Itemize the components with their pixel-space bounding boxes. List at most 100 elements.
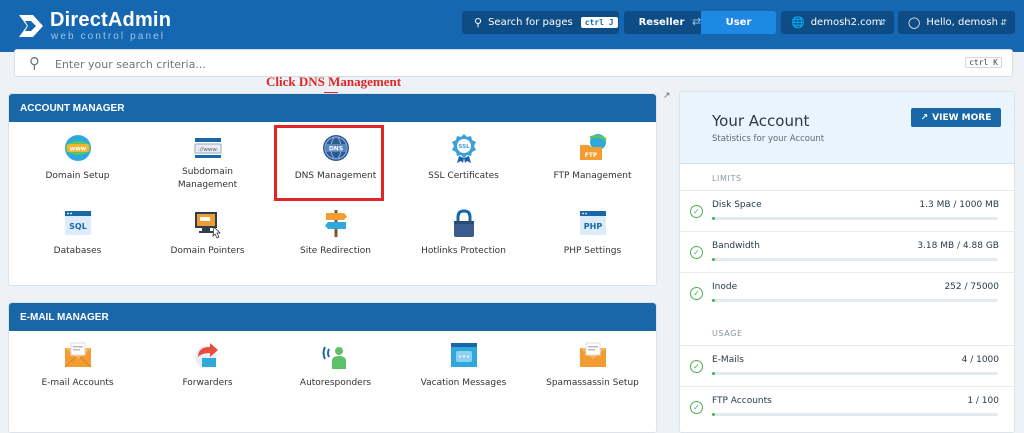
- stat-e-mails: ✓ E-Mails 4 / 1000: [680, 345, 1014, 386]
- mail-envelope-icon: [62, 339, 94, 371]
- shortcut-vacation-messages[interactable]: Vacation Messages: [399, 339, 528, 390]
- shortcut-hotlinks-protection[interactable]: Hotlinks Protection: [399, 207, 528, 258]
- stat-progress-fill: [712, 372, 715, 375]
- shortcut-label: Domain Setup: [45, 171, 110, 181]
- search-pages-button[interactable]: ⚲ Search for pages ctrl J: [462, 11, 619, 34]
- directadmin-logo[interactable]: DirectAdmin web control panel: [16, 8, 196, 44]
- shortcut-label: SSL Certificates: [428, 171, 499, 181]
- shortcut-site-redirection[interactable]: Site Redirection: [271, 207, 400, 258]
- stat-progress-fill: [712, 258, 715, 261]
- shortcut-autoresponders[interactable]: Autoresponders: [271, 339, 400, 390]
- shortcut-domain-pointers[interactable]: Domain Pointers: [143, 207, 272, 258]
- svg-text:PHP: PHP: [583, 222, 602, 231]
- stat-progress-bar: [712, 258, 998, 261]
- stat-value: 252 / 75000: [944, 282, 999, 292]
- usage-section-title: USAGE: [712, 329, 743, 338]
- globe-icon: 🌐: [791, 16, 805, 29]
- sidebar-toggle-icon[interactable]: ↗: [663, 91, 671, 101]
- shortcut-label: Databases: [53, 246, 102, 256]
- shortcut-ssl-certificates[interactable]: SSL SSL Certificates: [399, 132, 528, 183]
- stat-name: E-Mails: [712, 355, 744, 365]
- stat-name: FTP Accounts: [712, 396, 772, 406]
- role-user-option[interactable]: User: [701, 11, 776, 34]
- www-globe-icon: www: [62, 132, 94, 164]
- shortcut-domain-setup[interactable]: www Domain Setup: [13, 132, 142, 183]
- stat-progress-bar: [712, 413, 998, 416]
- stat-value: 1.3 MB / 1000 MB: [919, 200, 999, 210]
- shortcut-label: Spamassassin Setup: [546, 378, 639, 388]
- shortcut-label: Hotlinks Protection: [421, 246, 506, 256]
- stat-value: 1 / 100: [967, 396, 999, 406]
- instruction-annotation: Click DNS Management: [266, 74, 402, 89]
- stat-progress-fill: [712, 299, 715, 302]
- shortcut-label: Autoresponders: [299, 378, 372, 388]
- user-menu[interactable]: ◯ Hello, demosh ⇵: [898, 11, 1015, 34]
- shortcut-e-mail-accounts[interactable]: E-mail Accounts: [13, 339, 142, 390]
- shortcut-php-settings[interactable]: PHP PHP Settings: [528, 207, 657, 258]
- view-more-button[interactable]: ↗ VIEW MORE: [911, 108, 1001, 127]
- svg-text:www: www: [69, 146, 86, 153]
- stat-progress-bar: [712, 372, 998, 375]
- check-circle-icon: ✓: [690, 246, 703, 259]
- domain-selector[interactable]: 🌐 demosh2.com ⇵: [781, 11, 894, 34]
- search-pages-label: Search for pages: [488, 17, 573, 28]
- limits-section-title: LIMITS: [712, 174, 742, 183]
- search-bar: ⚲ ctrl K: [14, 49, 1013, 77]
- stat-value: 4 / 1000: [961, 355, 999, 365]
- brand-subtitle: web control panel: [51, 31, 166, 42]
- shortcut-forwarders[interactable]: Forwarders: [143, 339, 272, 390]
- svg-text:SQL: SQL: [69, 222, 87, 231]
- account-manager-title: ACCOUNT MANAGER: [9, 94, 656, 122]
- stat-progress-fill: [712, 217, 715, 220]
- search-input[interactable]: [55, 55, 655, 73]
- signpost-icon: [320, 207, 352, 239]
- user-circle-icon: ◯: [908, 16, 921, 29]
- shortcut-label: E-mail Accounts: [41, 378, 114, 388]
- brand-name: DirectAdmin: [50, 9, 172, 31]
- shortcut-label: Site Redirection: [300, 246, 371, 256]
- domain-pointer-icon: [192, 207, 224, 239]
- stat-name: Bandwidth: [712, 241, 760, 251]
- php-icon: PHP: [577, 207, 609, 239]
- stat-bandwidth: ✓ Bandwidth 3.18 MB / 4.88 GB: [680, 231, 1014, 272]
- svg-text:://www.: ://www.: [197, 147, 218, 153]
- forward-icon: [192, 339, 224, 371]
- switch-arrows-icon: ⇄: [692, 15, 702, 28]
- updown-caret-icon: ⇵: [1000, 18, 1007, 27]
- svg-text:SSL: SSL: [458, 144, 470, 150]
- shortcut-databases[interactable]: SQL Databases: [13, 207, 142, 258]
- your-account-subtitle: Statistics for your Account: [712, 134, 825, 144]
- your-account-header: Your Account Statistics for your Account…: [680, 92, 1014, 164]
- shortcut-subdomain-management[interactable]: ://www. Subdomain Management: [143, 132, 272, 192]
- stat-disk-space: ✓ Disk Space 1.3 MB / 1000 MB: [680, 190, 1014, 231]
- check-circle-icon: ✓: [690, 401, 703, 414]
- search-icon: ⚲: [29, 54, 40, 72]
- shortcut-label: FTP Management: [553, 171, 632, 181]
- search-icon: ⚲: [474, 16, 483, 29]
- ftp-folder-icon: FTP: [577, 132, 609, 164]
- svg-text:FTP: FTP: [584, 152, 597, 159]
- autoresponder-icon: [320, 339, 352, 371]
- search-shortcut: ctrl K: [965, 57, 1002, 68]
- external-link-icon: ↗: [920, 112, 929, 123]
- shortcut-label: Subdomain Management: [177, 167, 238, 190]
- shortcut-spamassassin-setup[interactable]: Spamassassin Setup: [528, 339, 657, 390]
- spam-envelope-icon: [577, 339, 609, 371]
- your-account-title: Your Account: [712, 112, 810, 130]
- shortcut-label: PHP Settings: [563, 246, 622, 256]
- stat-progress-fill: [712, 413, 715, 416]
- shortcut-ftp-management[interactable]: FTP FTP Management: [528, 132, 657, 183]
- check-circle-icon: ✓: [690, 205, 703, 218]
- domain-selector-value: demosh2.com: [810, 17, 882, 28]
- role-reseller-option[interactable]: Reseller: [624, 17, 699, 28]
- directadmin-logo-icon: [19, 15, 43, 37]
- stat-name: Disk Space: [712, 200, 762, 210]
- stat-value: 3.18 MB / 4.88 GB: [917, 241, 999, 251]
- stat-progress-bar: [712, 299, 998, 302]
- dns-management-highlight: [274, 125, 384, 201]
- email-manager-panel: E-MAIL MANAGER E-mail Accounts Forwarders…: [8, 302, 657, 433]
- stat-ftp-accounts: ✓ FTP Accounts 1 / 100: [680, 386, 1014, 427]
- sql-database-icon: SQL: [62, 207, 94, 239]
- padlock-icon: [448, 207, 480, 239]
- role-switcher[interactable]: Reseller ⇄ User: [624, 11, 776, 34]
